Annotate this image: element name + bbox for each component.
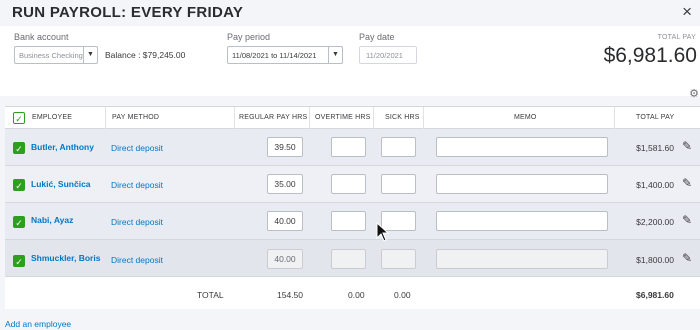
pay-method-link[interactable]: Direct deposit <box>111 255 163 265</box>
pay-period-label: Pay period <box>227 32 271 42</box>
divider <box>373 107 374 129</box>
memo-input[interactable] <box>436 249 608 269</box>
row-checkbox[interactable]: ✓ <box>13 216 25 228</box>
page-title: RUN PAYROLL: EVERY FRIDAY <box>12 4 244 21</box>
total-overtime-hrs: 0.00 <box>348 290 365 300</box>
row-total-pay: $1,800.00 <box>636 255 674 265</box>
payroll-header: Bank account Business Checking ▼ Balance… <box>0 26 700 96</box>
gear-icon[interactable]: ⚙ <box>689 87 699 100</box>
overtime-hrs-input[interactable] <box>331 211 366 231</box>
totals-label: TOTAL <box>197 290 224 300</box>
col-sick-hrs: SICK HRS <box>385 114 420 121</box>
regular-hrs-input[interactable]: 40.00 <box>267 211 303 231</box>
regular-hrs-input[interactable]: 39.50 <box>267 137 303 157</box>
row-checkbox[interactable]: ✓ <box>13 142 25 154</box>
table-header: ✓ EMPLOYEE PAY METHOD REGULAR PAY HRS OV… <box>5 107 700 129</box>
overtime-hrs-input[interactable] <box>331 249 366 269</box>
memo-input[interactable] <box>436 174 608 194</box>
row-total-pay: $1,581.60 <box>636 143 674 153</box>
col-pay-method: PAY METHOD <box>112 114 160 121</box>
col-total-pay: TOTAL PAY <box>636 114 675 121</box>
chevron-down-icon: ▼ <box>83 47 97 63</box>
table-row: ✓ Shmuckler, Boris Direct deposit 40.00 … <box>5 240 700 277</box>
employee-name[interactable]: Nabi, Ayaz <box>31 215 73 225</box>
select-all-checkbox[interactable]: ✓ <box>13 112 25 124</box>
total-sick-hrs: 0.00 <box>394 290 411 300</box>
table-row: ✓ Lukić, Sunčica Direct deposit 35.00 $1… <box>5 166 700 203</box>
pencil-icon[interactable]: ✎ <box>682 251 692 265</box>
employee-name[interactable]: Lukić, Sunčica <box>31 179 91 189</box>
pencil-icon[interactable]: ✎ <box>682 176 692 190</box>
grand-total-pay: $6,981.60 <box>636 290 674 300</box>
total-regular-hrs: 154.50 <box>277 290 303 300</box>
col-regular-hrs: REGULAR PAY HRS <box>239 114 308 121</box>
employee-name[interactable]: Shmuckler, Boris <box>31 253 100 263</box>
col-overtime-hrs: OVERTIME HRS <box>315 114 371 121</box>
bank-account-label: Bank account <box>14 32 69 42</box>
regular-hrs-input[interactable]: 40.00 <box>267 249 303 269</box>
total-pay-amount: $6,981.60 <box>603 44 697 67</box>
pencil-icon[interactable]: ✎ <box>682 139 692 153</box>
memo-input[interactable] <box>436 137 608 157</box>
employee-name[interactable]: Butler, Anthony <box>31 142 94 152</box>
sick-hrs-input[interactable] <box>381 137 416 157</box>
chevron-down-icon: ▼ <box>328 47 342 63</box>
total-pay-label: TOTAL PAY <box>657 34 696 41</box>
close-icon[interactable]: × <box>682 2 692 22</box>
row-total-pay: $2,200.00 <box>636 217 674 227</box>
pay-date-label: Pay date <box>359 32 395 42</box>
row-total-pay: $1,400.00 <box>636 180 674 190</box>
col-employee: EMPLOYEE <box>32 114 73 121</box>
pay-period-value: 11/08/2021 to 11/14/2021 <box>232 51 317 60</box>
col-memo: MEMO <box>514 114 537 121</box>
sick-hrs-input[interactable] <box>381 249 416 269</box>
pay-period-select[interactable]: 11/08/2021 to 11/14/2021 ▼ <box>227 46 343 64</box>
overtime-hrs-input[interactable] <box>331 174 366 194</box>
pay-method-link[interactable]: Direct deposit <box>111 180 163 190</box>
divider <box>423 107 424 129</box>
pay-method-link[interactable]: Direct deposit <box>111 143 163 153</box>
add-employee-link[interactable]: Add an employee <box>5 319 71 329</box>
totals-row: TOTAL 154.50 0.00 0.00 $6,981.60 <box>5 279 700 309</box>
table-row: ✓ Butler, Anthony Direct deposit 39.50 $… <box>5 129 700 166</box>
pay-date-input[interactable]: 11/20/2021 <box>359 46 417 64</box>
regular-hrs-input[interactable]: 35.00 <box>267 174 303 194</box>
divider <box>234 107 235 129</box>
divider <box>614 107 615 129</box>
bank-account-select[interactable]: Business Checking ▼ <box>14 46 98 64</box>
pay-method-link[interactable]: Direct deposit <box>111 217 163 227</box>
divider <box>105 107 106 129</box>
mouse-cursor-icon <box>376 222 390 242</box>
memo-input[interactable] <box>436 211 608 231</box>
sick-hrs-input[interactable] <box>381 174 416 194</box>
row-checkbox[interactable]: ✓ <box>13 179 25 191</box>
divider <box>309 107 310 129</box>
bank-account-value: Business Checking <box>19 51 83 60</box>
payroll-table: ✓ EMPLOYEE PAY METHOD REGULAR PAY HRS OV… <box>5 106 700 309</box>
pencil-icon[interactable]: ✎ <box>682 213 692 227</box>
title-bar: RUN PAYROLL: EVERY FRIDAY × <box>0 0 700 26</box>
overtime-hrs-input[interactable] <box>331 137 366 157</box>
bank-balance: Balance : $79,245.00 <box>105 50 186 60</box>
row-checkbox[interactable]: ✓ <box>13 255 25 267</box>
table-row: ✓ Nabi, Ayaz Direct deposit 40.00 $2,200… <box>5 203 700 240</box>
